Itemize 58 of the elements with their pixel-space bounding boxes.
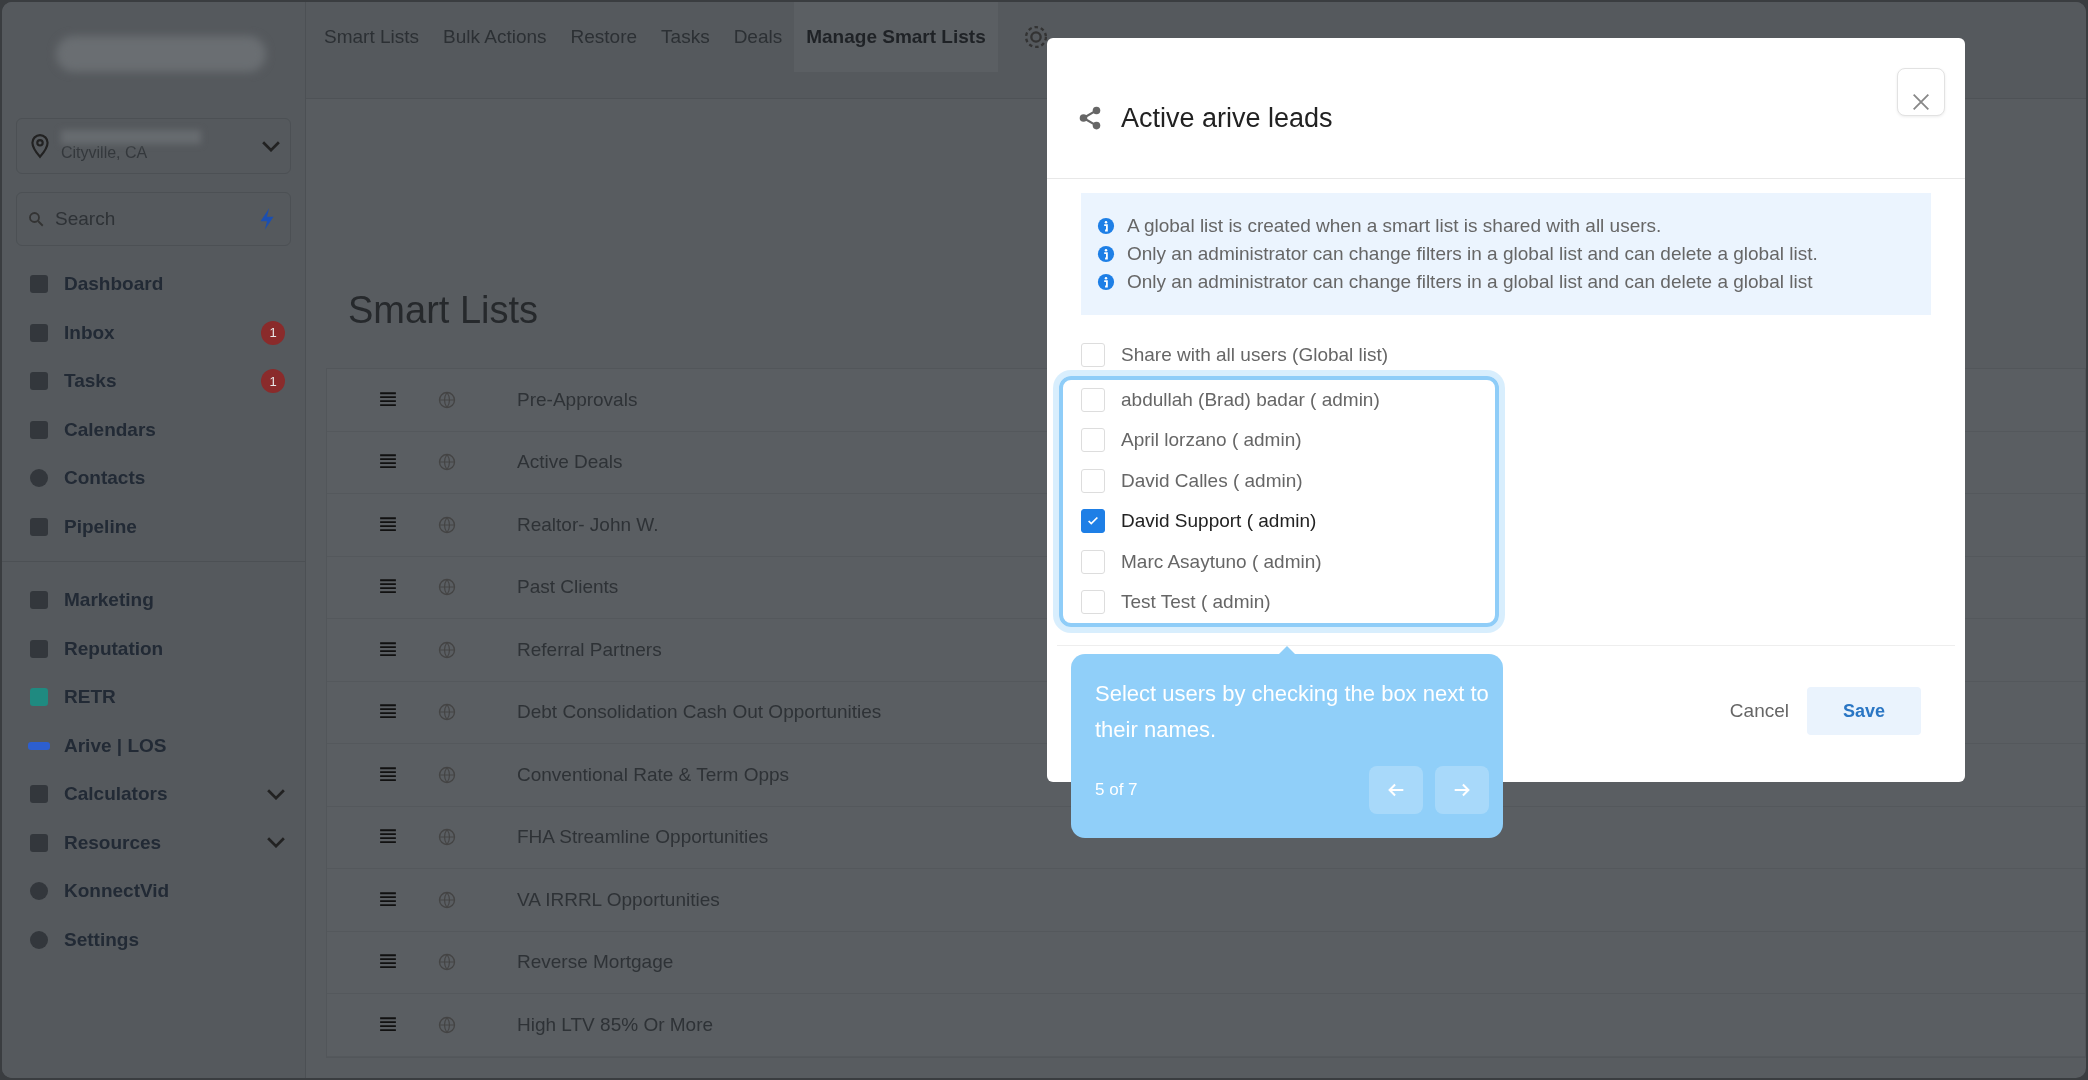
drag-handle-icon[interactable] xyxy=(379,515,397,534)
menu-icon xyxy=(30,372,48,391)
notification-badge: 1 xyxy=(261,320,285,345)
globe-icon xyxy=(437,514,457,535)
globe-icon xyxy=(437,702,457,723)
close-button[interactable] xyxy=(1897,68,1945,116)
dialog-title: Active arive leads xyxy=(1121,102,1334,134)
menu-icon xyxy=(30,833,48,852)
globe-icon xyxy=(437,1014,457,1035)
menu-icon xyxy=(30,275,48,294)
globe-icon xyxy=(437,889,457,910)
info-icon xyxy=(1097,273,1115,291)
info-text: A global list is created when a smart list is shared with all users. xyxy=(1127,215,1662,237)
menu-icon xyxy=(30,469,48,488)
tooltip-text: Select users by checking the box next to their names. xyxy=(1095,680,1489,744)
menu-icon xyxy=(30,688,48,707)
checkbox-label: abdullah (Brad) badar ( admin) xyxy=(1121,388,1380,411)
drag-handle-icon[interactable] xyxy=(379,640,397,659)
cancel-button[interactable]: Cancel xyxy=(1723,699,1795,723)
checkbox[interactable] xyxy=(1081,509,1105,534)
menu-icon xyxy=(30,420,48,439)
drag-handle-icon[interactable] xyxy=(379,1015,397,1034)
checkbox-label: Share with all users (Global list) xyxy=(1121,344,1389,367)
checkbox-label: David Support ( admin) xyxy=(1121,510,1317,533)
step-counter: 5 of 7 xyxy=(1095,780,1139,800)
chevron-down-icon xyxy=(262,140,280,152)
drag-handle-icon[interactable] xyxy=(379,390,397,409)
checkbox-label: Test Test ( admin) xyxy=(1121,591,1271,614)
globe-icon xyxy=(437,827,457,848)
notification-badge: 1 xyxy=(261,369,285,394)
globe-icon xyxy=(437,452,457,473)
menu-icon xyxy=(30,591,48,610)
info-text: Only an administrator can change filters in a global list and can delete a global list xyxy=(1127,271,1813,293)
globe-icon xyxy=(437,639,457,660)
menu-icon xyxy=(30,882,48,901)
search-icon xyxy=(27,210,45,228)
info-text: Only an administrator can change filters in a global list and can delete a global list. xyxy=(1127,243,1818,265)
menu-icon xyxy=(28,741,50,750)
menu-icon xyxy=(30,323,48,342)
menu-icon xyxy=(30,517,48,536)
share-icon xyxy=(1077,105,1103,131)
checkbox-label: April lorzano ( admin) xyxy=(1121,429,1302,452)
drag-handle-icon[interactable] xyxy=(379,890,397,909)
menu-icon xyxy=(30,785,48,804)
info-icon xyxy=(1097,245,1115,263)
menu-icon xyxy=(30,930,48,949)
tab[interactable]: Manage Smart Lists xyxy=(794,2,998,72)
globe-icon xyxy=(437,764,457,785)
menu-icon xyxy=(30,639,48,658)
checkbox-label: David Calles ( admin) xyxy=(1121,469,1303,492)
close-icon xyxy=(1910,91,1932,113)
info-icon xyxy=(1097,217,1115,235)
checkbox-label: Marc Asaytuno ( admin) xyxy=(1121,550,1322,573)
globe-icon xyxy=(437,389,457,410)
drag-handle-icon[interactable] xyxy=(379,765,397,784)
save-button[interactable]: Save xyxy=(1807,687,1921,735)
globe-icon xyxy=(437,952,457,973)
globe-icon xyxy=(437,577,457,598)
